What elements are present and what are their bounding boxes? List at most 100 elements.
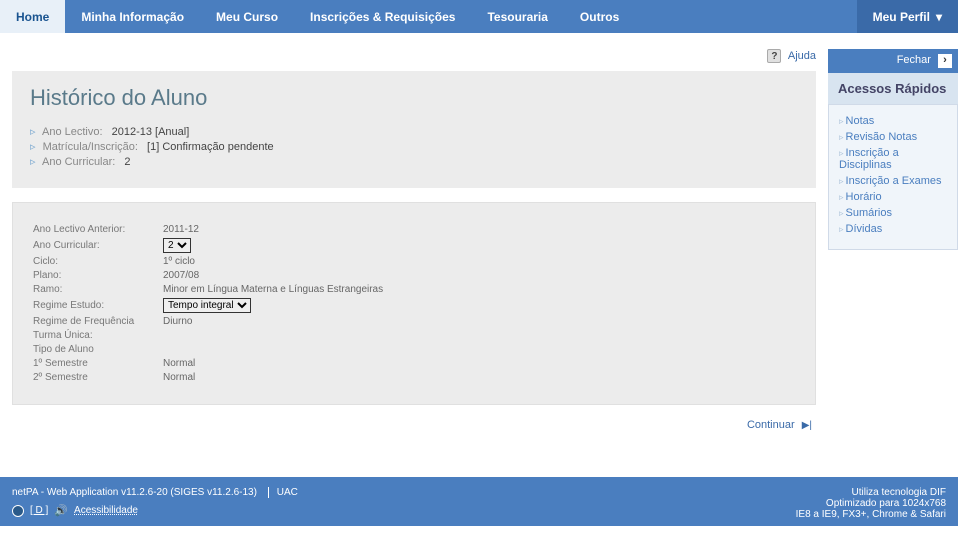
sidebar-link[interactable]: Inscrição a Disciplinas xyxy=(839,147,899,171)
detail-value: Minor em Língua Materna e Línguas Estran… xyxy=(163,284,383,295)
sidebar-body: ▹Notas ▹Revisão Notas ▹Inscrição a Disci… xyxy=(828,104,958,250)
continue-label: Continuar xyxy=(747,419,795,431)
footer: netPA - Web Application v11.2.6-20 (SIGE… xyxy=(0,477,958,526)
meta-label: Ano Lectivo: xyxy=(42,126,103,138)
triangle-icon: ▹ xyxy=(839,176,844,186)
footer-acessibilidade-link[interactable]: Acessibilidade xyxy=(74,505,138,516)
detail-label: Regime Estudo: xyxy=(33,300,163,311)
sidebar-link[interactable]: Notas xyxy=(846,115,875,127)
sidebar-item-notas[interactable]: ▹Notas xyxy=(835,113,951,129)
nav-meu-perfil[interactable]: Meu Perfil ▾ xyxy=(857,0,958,33)
globe-icon xyxy=(12,505,24,517)
sidebar-close-label: Fechar xyxy=(897,54,931,66)
detail-label: Ano Curricular: xyxy=(33,240,163,251)
help-icon[interactable]: ? xyxy=(767,49,781,63)
detail-value: 2011-12 xyxy=(163,224,199,235)
header-panel: Histórico do Aluno ▹ Ano Lectivo: 2012-1… xyxy=(12,71,816,188)
sidebar-link[interactable]: Horário xyxy=(846,191,882,203)
detail-label: 1º Semestre xyxy=(33,358,163,369)
triangle-icon: ▹ xyxy=(839,148,844,158)
sidebar-item-inscricao-exames[interactable]: ▹Inscrição a Exames xyxy=(835,173,951,189)
details-panel: Ano Lectivo Anterior: 2011-12 Ano Curric… xyxy=(12,202,816,405)
footer-divider xyxy=(268,487,269,498)
sidebar-close-button[interactable]: Fechar › xyxy=(828,49,958,73)
detail-label: Ciclo: xyxy=(33,256,163,267)
help-link[interactable]: Ajuda xyxy=(788,50,816,62)
detail-label: Ano Lectivo Anterior: xyxy=(33,224,163,235)
close-icon: › xyxy=(938,54,952,68)
meta-matricula: ▹ Matrícula/Inscrição: [1] Confirmação p… xyxy=(30,140,798,153)
triangle-icon: ▹ xyxy=(30,156,36,168)
detail-row: 1º Semestre Normal xyxy=(33,358,795,369)
chevron-down-icon: ▾ xyxy=(936,10,942,24)
meta-value: 2012-13 [Anual] xyxy=(112,126,190,138)
detail-value: 2007/08 xyxy=(163,270,199,281)
top-nav: Home Minha Informação Meu Curso Inscriçõ… xyxy=(0,0,958,33)
sidebar-title: Acessos Rápidos xyxy=(828,73,958,104)
nav-meu-curso[interactable]: Meu Curso xyxy=(200,0,294,33)
sidebar-link[interactable]: Inscrição a Exames xyxy=(846,175,942,187)
speaker-icon: 🔊 xyxy=(54,504,68,517)
triangle-icon: ▹ xyxy=(839,224,844,234)
triangle-icon: ▹ xyxy=(30,126,36,138)
triangle-icon: ▹ xyxy=(30,141,36,153)
arrow-right-icon: ▶| xyxy=(802,420,812,431)
detail-row: Ciclo: 1º ciclo xyxy=(33,256,795,267)
detail-value: Normal xyxy=(163,358,195,369)
detail-value: Normal xyxy=(163,372,195,383)
detail-row: Tipo de Aluno xyxy=(33,344,795,355)
nav-minha-informacao[interactable]: Minha Informação xyxy=(65,0,200,33)
nav-outros[interactable]: Outros xyxy=(564,0,635,33)
detail-label: Plano: xyxy=(33,270,163,281)
detail-row: Plano: 2007/08 xyxy=(33,270,795,281)
meta-label: Ano Curricular: xyxy=(42,156,115,168)
detail-row: 2º Semestre Normal xyxy=(33,372,795,383)
footer-app-version: netPA - Web Application v11.2.6-20 (SIGE… xyxy=(12,487,257,498)
sidebar-item-inscricao-disciplinas[interactable]: ▹Inscrição a Disciplinas xyxy=(835,145,951,173)
sidebar-item-horario[interactable]: ▹Horário xyxy=(835,189,951,205)
detail-label: Ramo: xyxy=(33,284,163,295)
triangle-icon: ▹ xyxy=(839,192,844,202)
sidebar-item-revisao-notas[interactable]: ▹Revisão Notas xyxy=(835,129,951,145)
detail-label: 2º Semestre xyxy=(33,372,163,383)
nav-home[interactable]: Home xyxy=(0,0,65,33)
detail-row: Regime Estudo: Tempo integral xyxy=(33,298,795,313)
detail-label: Regime de Frequência xyxy=(33,316,163,327)
detail-row: Regime de Frequência Diurno xyxy=(33,316,795,327)
help-row: ? Ajuda xyxy=(12,33,816,71)
meta-value: 2 xyxy=(124,156,130,168)
meta-ano-curricular: ▹ Ano Curricular: 2 xyxy=(30,155,798,168)
continue-link[interactable]: Continuar ▶| xyxy=(747,419,812,431)
nav-inscricoes[interactable]: Inscrições & Requisições xyxy=(294,0,471,33)
footer-tech: Utiliza tecnologia DIF xyxy=(796,487,946,498)
detail-row: Ano Curricular: 2 xyxy=(33,238,795,253)
nav-meu-perfil-label: Meu Perfil xyxy=(873,10,930,24)
sidebar-item-sumarios[interactable]: ▹Sumários xyxy=(835,205,951,221)
sidebar: Fechar › Acessos Rápidos ▹Notas ▹Revisão… xyxy=(828,33,958,250)
meta-value: [1] Confirmação pendente xyxy=(147,141,274,153)
footer-right: Utiliza tecnologia DIF Optimizado para 1… xyxy=(796,487,946,520)
detail-row: Ano Lectivo Anterior: 2011-12 xyxy=(33,224,795,235)
ano-curricular-select[interactable]: 2 xyxy=(163,238,191,253)
nav-tesouraria[interactable]: Tesouraria xyxy=(471,0,563,33)
triangle-icon: ▹ xyxy=(839,132,844,142)
regime-estudo-select[interactable]: Tempo integral xyxy=(163,298,251,313)
footer-optimized: Optimizado para 1024x768 xyxy=(796,498,946,509)
sidebar-link[interactable]: Revisão Notas xyxy=(846,131,918,143)
triangle-icon: ▹ xyxy=(839,208,844,218)
footer-d-link[interactable]: [ D ] xyxy=(30,505,48,516)
detail-value: Diurno xyxy=(163,316,192,327)
sidebar-item-dividas[interactable]: ▹Dívidas xyxy=(835,221,951,237)
sidebar-link[interactable]: Dívidas xyxy=(846,223,883,235)
detail-row: Turma Única: xyxy=(33,330,795,341)
detail-value: 1º ciclo xyxy=(163,256,195,267)
footer-browsers: IE8 a IE9, FX3+, Chrome & Safari xyxy=(796,509,946,520)
meta-ano-lectivo: ▹ Ano Lectivo: 2012-13 [Anual] xyxy=(30,125,798,138)
detail-row: Ramo: Minor em Língua Materna e Línguas … xyxy=(33,284,795,295)
sidebar-link[interactable]: Sumários xyxy=(846,207,892,219)
footer-access-line: [ D ] 🔊 Acessibilidade xyxy=(12,504,796,517)
detail-label: Tipo de Aluno xyxy=(33,344,163,355)
page-title: Histórico do Aluno xyxy=(30,85,798,111)
footer-uac: UAC xyxy=(277,487,298,498)
nav-spacer xyxy=(635,0,856,33)
